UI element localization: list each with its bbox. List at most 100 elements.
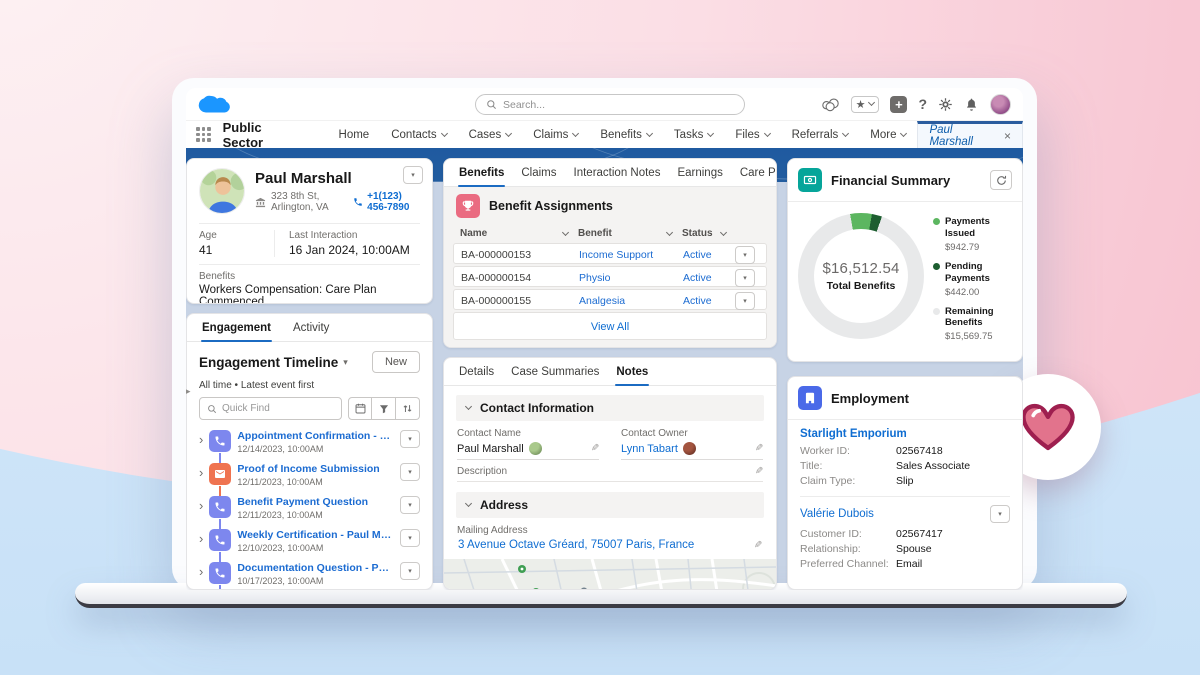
- legend-dot: [933, 218, 940, 225]
- customer-id-value[interactable]: 02567417: [896, 528, 1010, 540]
- row-actions-button[interactable]: ▾: [400, 430, 420, 448]
- row-actions-button[interactable]: ▾: [400, 463, 420, 481]
- edit-pencil-icon[interactable]: ✎: [754, 540, 762, 551]
- row-actions-button[interactable]: ▾: [400, 529, 420, 547]
- contact-photo-avatar: [199, 168, 245, 214]
- tab-care-plans[interactable]: Care Plans: [739, 167, 777, 186]
- row-actions-button[interactable]: ▾: [400, 562, 420, 580]
- search-input[interactable]: [503, 99, 734, 111]
- column-header-benefit[interactable]: Benefit: [578, 228, 682, 239]
- table-row[interactable]: BA-000000153 Income Support Active ▾: [453, 243, 767, 264]
- timeline-item[interactable]: › Proof of Income Submission 12/11/2023,…: [199, 463, 420, 496]
- close-icon[interactable]: ×: [1004, 129, 1011, 143]
- app-launcher-icon[interactable]: [196, 127, 211, 142]
- nav-tab-benefits[interactable]: Benefits: [589, 121, 663, 148]
- setup-gear-icon[interactable]: [938, 97, 953, 112]
- timeline-item-title[interactable]: Benefit Payment Question: [237, 496, 394, 508]
- row-actions-button[interactable]: ▾: [990, 505, 1010, 523]
- timeline-item[interactable]: › Weekly Certification - Paul Marshall 1…: [199, 529, 420, 562]
- timeline-item[interactable]: › Documentation Question - Paul Marshall…: [199, 562, 420, 590]
- call-icon: [209, 430, 231, 452]
- timeline-item[interactable]: › Appointment Confirmation - Paul Marsha…: [199, 430, 420, 463]
- column-header-name[interactable]: Name: [460, 228, 578, 239]
- nav-tab-tasks[interactable]: Tasks: [663, 121, 724, 148]
- nav-tab-more[interactable]: More: [859, 121, 917, 148]
- legend-item: Payments Issued $942.79: [933, 216, 1007, 253]
- chevron-right-icon[interactable]: ›: [199, 565, 203, 578]
- benefit-link[interactable]: Income Support: [579, 249, 683, 261]
- row-actions-button[interactable]: ▾: [735, 246, 755, 264]
- tab-notes[interactable]: Notes: [615, 366, 649, 385]
- tab-earnings[interactable]: Earnings: [676, 167, 723, 186]
- status-value: Active: [683, 249, 735, 261]
- benefit-link[interactable]: Analgesia: [579, 295, 683, 307]
- assistant-icon[interactable]: [821, 97, 840, 112]
- related-list-title[interactable]: Benefit Assignments: [489, 199, 613, 213]
- employer-link[interactable]: Starlight Emporium: [800, 428, 907, 440]
- nav-tab-cases[interactable]: Cases: [458, 121, 523, 148]
- refresh-icon[interactable]: [990, 170, 1012, 190]
- filter-icon[interactable]: [372, 397, 396, 420]
- new-button[interactable]: New: [372, 351, 420, 373]
- sort-icon[interactable]: [396, 397, 420, 420]
- section-address[interactable]: Address: [456, 492, 764, 518]
- quick-find-box[interactable]: [199, 397, 342, 420]
- tab-benefits[interactable]: Benefits: [458, 167, 505, 186]
- edit-pencil-icon[interactable]: ✎: [755, 443, 763, 454]
- view-all-link[interactable]: View All: [591, 321, 629, 333]
- split-view-handle[interactable]: ▸: [186, 386, 191, 397]
- timeline-item-title[interactable]: Proof of Income Submission: [237, 463, 394, 475]
- worker-id-label: Worker ID:: [800, 445, 896, 457]
- timeline-item[interactable]: › Benefit Payment Question 12/11/2023, 1…: [199, 496, 420, 529]
- record-tab-paul-marshall[interactable]: Paul Marshall ×: [917, 121, 1023, 148]
- column-header-status[interactable]: Status: [682, 228, 736, 239]
- edit-pencil-icon[interactable]: ✎: [591, 443, 599, 454]
- row-actions-button[interactable]: ▾: [735, 292, 755, 310]
- nav-tab-home[interactable]: Home: [328, 121, 381, 148]
- last-interaction-value: 16 Jan 2024, 10:00AM: [289, 243, 410, 257]
- chevron-right-icon[interactable]: ›: [199, 466, 203, 479]
- timeline-item-title[interactable]: Appointment Confirmation - Paul Marshall: [237, 430, 394, 442]
- timeline-item-title[interactable]: Documentation Question - Paul Marshall: [237, 562, 394, 574]
- related-person-link[interactable]: Valérie Dubois: [800, 508, 874, 520]
- user-avatar[interactable]: [990, 94, 1011, 115]
- tab-interaction-notes[interactable]: Interaction Notes: [573, 167, 662, 186]
- tab-claims[interactable]: Claims: [520, 167, 557, 186]
- help-icon[interactable]: ?: [918, 96, 927, 112]
- chevron-right-icon[interactable]: ›: [199, 433, 203, 446]
- tab-details[interactable]: Details: [458, 366, 495, 385]
- section-contact-information[interactable]: Contact Information: [456, 395, 764, 421]
- global-search[interactable]: [475, 94, 745, 115]
- tab-case-summaries[interactable]: Case Summaries: [510, 366, 600, 385]
- table-row[interactable]: BA-000000154 Physio Active ▾: [453, 266, 767, 287]
- description-label: Description: [457, 466, 507, 477]
- benefit-link[interactable]: Physio: [579, 272, 683, 284]
- timeline-range-button[interactable]: [348, 397, 372, 420]
- global-actions-add-icon[interactable]: +: [890, 96, 907, 113]
- nav-tab-contacts[interactable]: Contacts: [380, 121, 457, 148]
- nav-tab-referrals[interactable]: Referrals: [781, 121, 860, 148]
- table-row[interactable]: BA-000000155 Analgesia Active ▾: [453, 289, 767, 310]
- chevron-down-icon[interactable]: ▾: [343, 357, 348, 368]
- chevron-right-icon[interactable]: ›: [199, 499, 203, 512]
- card-actions-button[interactable]: ▾: [403, 166, 423, 184]
- row-actions-button[interactable]: ▾: [735, 269, 755, 287]
- nav-tab-files[interactable]: Files: [724, 121, 780, 148]
- favorites-button[interactable]: ★: [851, 96, 880, 113]
- quick-find-input[interactable]: [222, 403, 334, 414]
- contact-owner-value[interactable]: Lynn Tabart: [621, 443, 678, 455]
- address-map[interactable]: [444, 559, 776, 589]
- row-actions-button[interactable]: ▾: [400, 496, 420, 514]
- tab-activity[interactable]: Activity: [292, 322, 330, 341]
- notifications-bell-icon[interactable]: [964, 97, 979, 112]
- worker-id-value[interactable]: 02567418: [896, 445, 1010, 457]
- contact-phone[interactable]: +1(123) 456-7890: [367, 191, 420, 213]
- legend-amount: $15,569.75: [945, 331, 1007, 342]
- chevron-right-icon[interactable]: ›: [199, 532, 203, 545]
- timeline-item-title[interactable]: Weekly Certification - Paul Marshall: [237, 529, 394, 541]
- mailing-address-value[interactable]: 3 Avenue Octave Gréard, 75007 Paris, Fra…: [458, 539, 694, 551]
- tab-engagement[interactable]: Engagement: [201, 322, 272, 341]
- edit-pencil-icon[interactable]: ✎: [755, 466, 763, 477]
- contact-name-value: Paul Marshall: [457, 443, 524, 455]
- nav-tab-claims[interactable]: Claims: [522, 121, 589, 148]
